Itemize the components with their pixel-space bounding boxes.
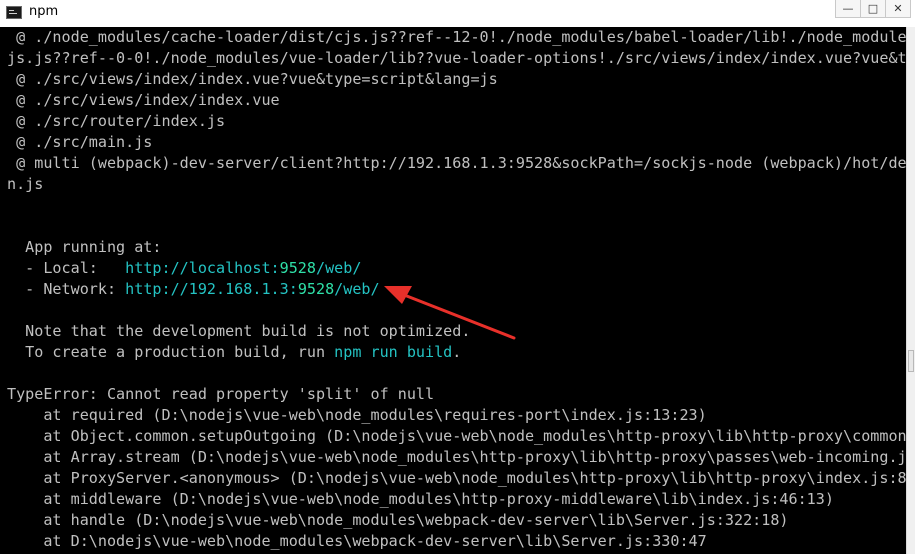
maximize-button[interactable]: □ xyxy=(860,0,886,18)
minimize-button[interactable]: — xyxy=(835,0,861,18)
error-message: TypeError: Cannot read property 'split' … xyxy=(7,385,435,403)
maximize-icon: □ xyxy=(867,2,879,15)
window-controls: — □ ✕ xyxy=(835,0,911,18)
stack-trace-line: at Object.common.setupOutgoing (D:\nodej… xyxy=(7,427,906,445)
network-url-port: 9528 xyxy=(297,280,335,298)
build-hint-prefix: To create a production build, run xyxy=(7,343,335,361)
console-line: js.js??ref--0-0!./node_modules/vue-loade… xyxy=(7,49,906,67)
local-url-path: /web/ xyxy=(315,259,362,277)
window-title: npm xyxy=(29,4,59,19)
scroll-thumb[interactable] xyxy=(908,350,914,372)
console-line: @ multi (webpack)-dev-server/client?http… xyxy=(7,154,906,172)
network-url[interactable]: http://192.168.1.3:9528/web/ xyxy=(125,280,379,298)
production-build-hint: To create a production build, run npm ru… xyxy=(7,342,461,363)
close-button[interactable]: ✕ xyxy=(885,0,911,18)
stack-trace-line: at D:\nodejs\vue-web\node_modules\webpac… xyxy=(7,532,707,550)
build-command: npm run build xyxy=(334,343,453,361)
close-icon: ✕ xyxy=(893,2,903,15)
local-url-line: - Local: http://localhost:9528/web/ xyxy=(7,258,361,279)
console-line: n.js xyxy=(7,175,44,193)
stack-trace-line: at middleware (D:\nodejs\vue-web\node_mo… xyxy=(7,490,834,508)
stack-trace-line: at handle (D:\nodejs\vue-web\node_module… xyxy=(7,511,789,529)
local-url[interactable]: http://localhost:9528/web/ xyxy=(125,259,361,277)
title-bar: npm — □ ✕ xyxy=(0,0,915,27)
network-label: - Network: xyxy=(7,280,126,298)
console-line: @ ./src/views/index/index.vue?vue&type=s… xyxy=(7,70,498,88)
vertical-scrollbar[interactable] xyxy=(906,27,915,554)
console-line: @ ./node_modules/cache-loader/dist/cjs.j… xyxy=(7,28,906,46)
red-arrow-annotation xyxy=(384,286,516,340)
stack-trace-line: at Array.stream (D:\nodejs\vue-web\node_… xyxy=(7,448,906,466)
console-icon xyxy=(6,6,22,19)
console-line: @ ./src/views/index/index.vue xyxy=(7,91,280,109)
minimize-icon: — xyxy=(842,2,854,15)
console-line: @ ./src/router/index.js xyxy=(7,112,226,130)
local-url-host: http://localhost: xyxy=(125,259,280,277)
network-url-line: - Network: http://192.168.1.3:9528/web/ xyxy=(7,279,379,300)
stack-trace-line: at required (D:\nodejs\vue-web\node_modu… xyxy=(7,406,707,424)
stack-trace-line: at ProxyServer.<anonymous> (D:\nodejs\vu… xyxy=(7,469,906,487)
network-url-path: /web/ xyxy=(334,280,380,298)
build-hint-suffix: . xyxy=(452,343,462,361)
network-url-host: http://192.168.1.3: xyxy=(125,280,298,298)
local-label: - Local: xyxy=(7,259,126,277)
local-url-port: 9528 xyxy=(279,259,316,277)
app-running-heading: App running at: xyxy=(7,238,162,256)
console-output[interactable]: @ ./node_modules/cache-loader/dist/cjs.j… xyxy=(0,27,906,554)
console-line: @ ./src/main.js xyxy=(7,133,153,151)
